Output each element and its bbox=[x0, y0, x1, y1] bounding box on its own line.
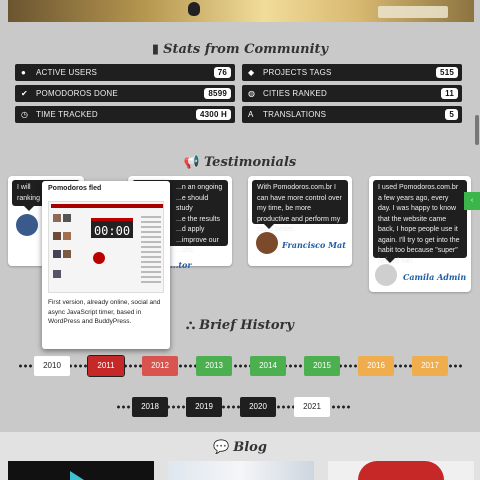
year-2017-button[interactable]: 2017 bbox=[412, 356, 448, 376]
stat-active-users: ● Active Users 76 bbox=[15, 64, 235, 81]
year-2018-button[interactable]: 2018 bbox=[132, 397, 168, 417]
testimonial-card: I used Pomodoros.com.br a few years ago,… bbox=[369, 176, 471, 292]
tooltip-screenshot: 00:00 bbox=[48, 201, 164, 293]
badge-seal-icon bbox=[358, 461, 444, 480]
blog-post-thumbnail[interactable] bbox=[168, 461, 314, 480]
stat-value: 5 bbox=[445, 109, 458, 120]
stat-projects-tags: ◆ Projects Tags 515 bbox=[242, 64, 462, 81]
play-store-icon bbox=[70, 471, 84, 480]
avatar bbox=[256, 232, 278, 254]
road-icon: ⛬ bbox=[186, 318, 196, 333]
year-2010-button[interactable]: 2010 bbox=[34, 356, 70, 376]
avatar bbox=[63, 214, 71, 222]
year-2020-button[interactable]: 2020 bbox=[240, 397, 276, 417]
testimonial-text: I used Pomodoros.com.br a few years ago,… bbox=[373, 180, 467, 265]
hero-image bbox=[8, 0, 474, 22]
stat-pomodoros-done: ✔ Pomodoros Done 8599 bbox=[15, 85, 235, 102]
check-icon: ✔ bbox=[21, 89, 28, 98]
avatar bbox=[53, 232, 61, 240]
year-2012-button[interactable]: 2012 bbox=[142, 356, 178, 376]
apple-logo-icon bbox=[188, 2, 200, 16]
avatar bbox=[63, 232, 71, 240]
blog-post-thumbnail[interactable] bbox=[328, 461, 474, 480]
blog-post-thumbnail[interactable] bbox=[8, 461, 154, 480]
stat-value: 11 bbox=[441, 88, 458, 99]
year-2011-button[interactable]: 2011 bbox=[87, 355, 125, 377]
comment-icon: 💬 bbox=[213, 440, 230, 455]
user-icon: ● bbox=[21, 68, 27, 77]
blog-section-title: 💬 Blog bbox=[213, 440, 267, 455]
testimonials-section-title: 📢 Testimonials bbox=[183, 155, 297, 170]
stat-time-tracked: ◷ Time Tracked 4300 H bbox=[15, 106, 235, 123]
stats-section-title: ▮ Stats from Community bbox=[151, 42, 329, 57]
avatar bbox=[53, 250, 61, 258]
year-2021-button[interactable]: 2021 bbox=[294, 397, 330, 417]
laptop-image bbox=[378, 6, 448, 18]
avatar bbox=[375, 264, 397, 286]
tags-icon: ◆ bbox=[248, 68, 255, 77]
year-2015-button[interactable]: 2015 bbox=[304, 356, 340, 376]
scrollbar-thumb[interactable] bbox=[475, 115, 479, 145]
testimonial-text: With Pomodoros.com.br I can have more co… bbox=[252, 180, 348, 233]
testimonial-author[interactable]: Camila Admin bbox=[403, 272, 466, 282]
history-tooltip: Pomodoros fled 00:00 First version, alre… bbox=[42, 181, 170, 349]
stat-translations: A Translations 5 bbox=[242, 106, 462, 123]
site-header-bar bbox=[51, 204, 163, 208]
sidebar-lines bbox=[141, 216, 161, 286]
testimonial-card: With Pomodoros.com.br I can have more co… bbox=[248, 176, 352, 266]
stat-value: 4300 H bbox=[196, 109, 231, 120]
year-2019-button[interactable]: 2019 bbox=[186, 397, 222, 417]
bar-chart-icon: ▮ bbox=[151, 42, 160, 57]
year-2014-button[interactable]: 2014 bbox=[250, 356, 286, 376]
avatar bbox=[63, 250, 71, 258]
year-2016-button[interactable]: 2016 bbox=[358, 356, 394, 376]
stat-cities-ranked: ◍ Cities Ranked 11 bbox=[242, 85, 462, 102]
clock-icon: ◷ bbox=[21, 110, 29, 119]
stat-value: 8599 bbox=[204, 88, 231, 99]
tooltip-title: Pomodoros fled bbox=[48, 185, 102, 192]
feedback-button[interactable]: ‹ bbox=[464, 192, 480, 210]
testimonial-author[interactable]: Francisco Mat bbox=[282, 240, 346, 250]
history-timeline-row-2: 2018 2019 2020 2021 bbox=[0, 397, 480, 417]
tooltip-description: First version, already online, social an… bbox=[48, 299, 161, 325]
avatar bbox=[53, 214, 61, 222]
translate-icon: A bbox=[248, 110, 254, 119]
avatar bbox=[53, 270, 61, 278]
timer-display: 00:00 bbox=[91, 218, 133, 238]
stat-value: 515 bbox=[436, 67, 458, 78]
tomato-icon bbox=[93, 252, 105, 264]
stat-value: 76 bbox=[213, 67, 231, 78]
timeline-dots bbox=[18, 364, 462, 368]
year-2013-button[interactable]: 2013 bbox=[196, 356, 232, 376]
testimonial-author[interactable]: ...tor bbox=[170, 260, 192, 270]
history-timeline-row-1: 2010 2011 2012 2013 2014 2015 2016 2017 bbox=[0, 355, 480, 377]
megaphone-icon: 📢 bbox=[183, 155, 200, 170]
avatar bbox=[16, 214, 38, 236]
globe-icon: ◍ bbox=[248, 89, 256, 98]
